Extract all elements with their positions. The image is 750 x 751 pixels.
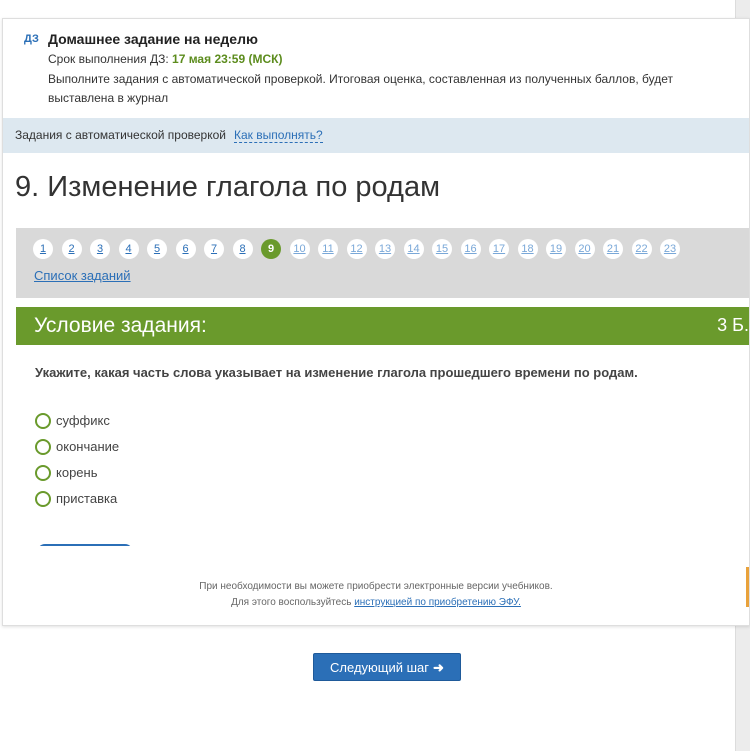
- task-number-6[interactable]: 6: [175, 239, 196, 259]
- auto-check-bar: Задания с автоматической проверкой Как в…: [3, 118, 749, 153]
- footer-note: При необходимости вы можете приобрести э…: [3, 579, 749, 611]
- option-root[interactable]: корень: [35, 464, 98, 485]
- homework-title: Домашнее задание на неделю: [48, 31, 258, 47]
- task-number-8[interactable]: 8: [232, 239, 253, 259]
- task-number-17[interactable]: 17: [489, 239, 509, 259]
- option-label: окончание: [56, 439, 120, 454]
- option-prefix[interactable]: приставка: [35, 490, 118, 511]
- next-step-button[interactable]: Следующий шаг ➜: [313, 653, 461, 681]
- task-number-15[interactable]: 15: [432, 239, 452, 259]
- footer-line1: При необходимости вы можете приобрести э…: [199, 581, 553, 592]
- option-label: приставка: [56, 491, 118, 506]
- radio-icon[interactable]: [35, 412, 51, 429]
- homework-deadline: Срок выполнения ДЗ: 17 мая 23:59 (МСК): [48, 52, 282, 66]
- homework-description: Выполните задания с автоматической прове…: [48, 72, 673, 105]
- task-number-14[interactable]: 14: [403, 239, 424, 259]
- task-number-1[interactable]: 1: [33, 239, 53, 259]
- task-navigation: 1 2 3 4 5 6 7 8 9 10 11 12 13 14 15 16 17 18 19 20 21 22 23 Сп…: [16, 228, 749, 298]
- task-number-21[interactable]: 21: [603, 239, 623, 259]
- footer-line2: Для этого воспользуйтесь инструкцией по …: [3, 595, 749, 611]
- task-number-3[interactable]: 3: [90, 239, 110, 259]
- condition-header: Условие задания: 3 Б.: [16, 307, 749, 345]
- arrow-right-icon: ➜: [433, 660, 444, 675]
- how-to-link[interactable]: Как выполнять?: [234, 128, 323, 143]
- task-number-9[interactable]: 9: [261, 239, 281, 259]
- task-number-16[interactable]: 16: [460, 239, 481, 259]
- task-number-10[interactable]: 10: [289, 239, 310, 259]
- option-suffix[interactable]: суффикс: [35, 412, 110, 433]
- task-number-11[interactable]: 11: [318, 239, 338, 259]
- question-text: Укажите, какая часть слова указывает на …: [35, 365, 638, 380]
- option-label: корень: [56, 465, 98, 480]
- task-number-12[interactable]: 12: [346, 239, 367, 259]
- condition-label: Условие задания:: [34, 314, 207, 337]
- points-badge: 3 Б.: [717, 315, 749, 335]
- footer-prefix: Для этого воспользуйтесь: [231, 597, 352, 608]
- homework-tag: ДЗ: [24, 33, 39, 45]
- auto-check-label: Задания с автоматической проверкой: [15, 128, 226, 142]
- task-number-7[interactable]: 7: [204, 239, 224, 259]
- task-number-13[interactable]: 13: [375, 239, 395, 259]
- option-label: суффикс: [56, 413, 110, 428]
- task-title: 9. Изменение глагола по родам: [15, 171, 441, 203]
- deadline-label: Срок выполнения ДЗ:: [48, 52, 169, 66]
- option-ending[interactable]: окончание: [35, 438, 120, 459]
- radio-icon[interactable]: [35, 438, 51, 455]
- task-number-2[interactable]: 2: [61, 239, 82, 259]
- deadline-value: 17 мая 23:59 (МСК): [172, 52, 283, 66]
- radio-icon[interactable]: [35, 490, 51, 507]
- homework-header: ДЗ Домашнее задание на неделю Срок выпол…: [3, 19, 749, 118]
- efu-instruction-link[interactable]: инструкцией по приобретению ЭФУ.: [354, 597, 521, 608]
- task-number-20[interactable]: 20: [574, 239, 595, 259]
- task-number-18[interactable]: 18: [517, 239, 538, 259]
- task-number-19[interactable]: 19: [546, 239, 566, 259]
- task-number-4[interactable]: 4: [118, 239, 139, 259]
- radio-icon[interactable]: [35, 464, 51, 481]
- task-list-link[interactable]: Список заданий: [34, 268, 131, 283]
- homework-card: ДЗ Домашнее задание на неделю Срок выпол…: [2, 18, 750, 626]
- next-step-label: Следующий шаг: [330, 660, 430, 675]
- task-number-22[interactable]: 22: [631, 239, 652, 259]
- side-tab[interactable]: [746, 567, 749, 607]
- task-number-23[interactable]: 23: [660, 239, 680, 259]
- task-number-5[interactable]: 5: [147, 239, 167, 259]
